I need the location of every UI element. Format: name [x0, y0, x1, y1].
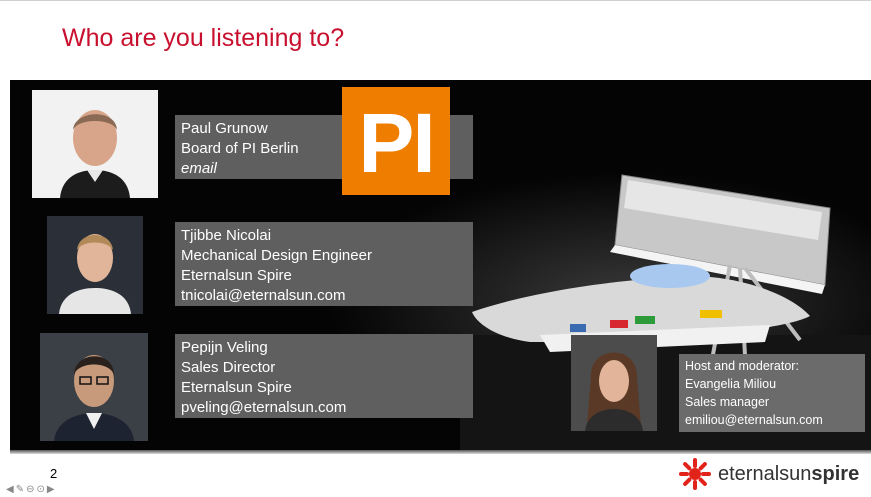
host-photo-evangelia-miliou: [571, 335, 657, 431]
sun-logo-icon: [679, 458, 711, 490]
pi-berlin-logo: PI: [342, 87, 450, 195]
host-name: Evangelia Miliou: [685, 377, 777, 391]
zoom-icon[interactable]: ⊖: [26, 484, 34, 495]
page-number: 2: [50, 466, 58, 481]
speaker-name: Tjibbe Nicolai: [181, 227, 272, 244]
speaker-name: Pepijn Veling: [181, 339, 268, 356]
host-email: emiliou@eternalsun.com: [685, 413, 823, 427]
eternalsun-spire-logo: eternalsunspire: [678, 457, 859, 491]
speaker-role: Mechanical Design Engineer: [181, 247, 372, 264]
slide-navigation: ◀ ✎ ⊖ ⊙ ▶: [6, 484, 55, 495]
host-role: Sales manager: [685, 395, 770, 409]
previous-slide-icon[interactable]: ◀: [6, 484, 14, 495]
more-options-icon[interactable]: ⊙: [36, 484, 44, 495]
host-label: Host and moderator:: [685, 359, 799, 373]
slide-title: Who are you listening to?: [62, 24, 345, 52]
speaker-email: pveling@eternalsun.com: [181, 399, 347, 416]
brand-name: eternalsunspire: [718, 462, 860, 485]
speaker-photo-tjibbe-nicolai: [47, 216, 143, 314]
speaker-company: Eternalsun Spire: [181, 267, 292, 284]
speaker-photo-pepijn-veling: [40, 333, 148, 441]
speaker-role: Sales Director: [181, 359, 276, 376]
speaker-info-box: Tjibbe Nicolai Mechanical Design Enginee…: [175, 222, 473, 306]
slide-header: Who are you listening to?: [0, 0, 871, 80]
top-border: [0, 0, 871, 1]
speaker-company: Eternalsun Spire: [181, 379, 292, 396]
pen-icon[interactable]: ✎: [16, 484, 24, 495]
speaker-email: tnicolai@eternalsun.com: [181, 287, 346, 304]
host-info-box: Host and moderator: Evangelia Miliou Sal…: [679, 354, 865, 432]
speaker-info-box: Pepijn Veling Sales Director Eternalsun …: [175, 334, 473, 418]
speaker-photo-paul-grunow: [32, 90, 158, 198]
slide-bottom-shadow: [10, 450, 871, 454]
next-slide-icon[interactable]: ▶: [47, 484, 55, 495]
